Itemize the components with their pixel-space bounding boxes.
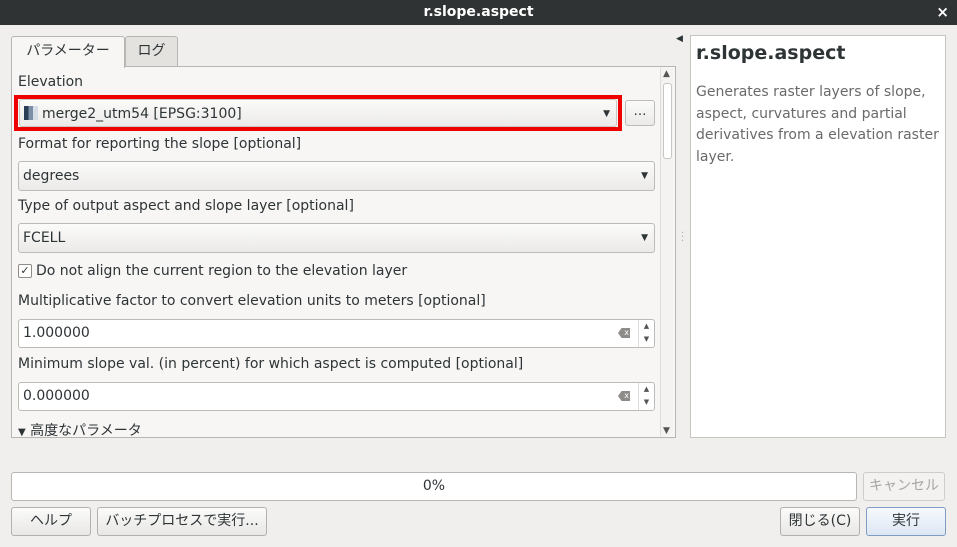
vertical-scrollbar[interactable]: ▲ ▼ — [660, 68, 673, 436]
chevron-down-icon: ▼ — [603, 109, 610, 119]
align-checkbox[interactable]: ✓ — [18, 264, 32, 278]
clear-icon[interactable]: x — [618, 391, 630, 401]
close-icon[interactable]: × — [936, 0, 949, 25]
format-value: degrees — [23, 168, 80, 184]
type-combo[interactable]: FCELL ▼ — [18, 223, 655, 253]
help-description: Generates raster layers of slope, aspect… — [696, 84, 939, 165]
run-button[interactable]: 実行 — [866, 507, 946, 536]
help-panel: r.slope.aspect Generates raster layers o… — [690, 35, 946, 438]
splitter-handle[interactable]: · · · — [681, 229, 684, 247]
format-combo[interactable]: degrees ▼ — [18, 161, 655, 191]
elevation-combo[interactable]: merge2_utm54 [EPSG:3100] ▼ — [19, 99, 617, 127]
parameters-panel: Elevation merge2_utm54 [EPSG:3100] ▼ … F… — [11, 66, 676, 440]
chevron-down-icon: ▼ — [641, 171, 648, 181]
type-value: FCELL — [23, 230, 66, 246]
window-title: r.slope.aspect — [423, 4, 534, 20]
browse-button[interactable]: … — [625, 100, 655, 126]
min-slope-value: 0.000000 — [23, 388, 90, 404]
batch-process-button[interactable]: バッチプロセスで実行... — [97, 507, 267, 536]
type-label: Type of output aspect and slope layer [o… — [18, 198, 354, 214]
elevation-label: Elevation — [18, 74, 84, 90]
advanced-parameters-toggle[interactable]: ▼ 高度なパラメータ — [18, 420, 142, 440]
close-button[interactable]: 閉じる(C) — [780, 507, 860, 536]
progress-text: 0% — [422, 478, 446, 494]
scroll-up-icon[interactable]: ▲ — [663, 69, 670, 79]
help-title: r.slope.aspect — [696, 42, 846, 64]
expand-arrow-icon: ▼ — [18, 427, 26, 438]
title-bar: r.slope.aspect × — [0, 0, 957, 25]
clear-icon[interactable]: x — [618, 328, 630, 338]
scrollbar-thumb[interactable] — [663, 83, 672, 159]
chevron-down-icon: ▼ — [641, 233, 648, 243]
min-slope-spinbox[interactable]: 0.000000 x ▲ ▼ — [18, 382, 655, 411]
spin-arrows-icon[interactable]: ▲ ▼ — [638, 320, 654, 347]
collapse-side-icon[interactable]: ◀ — [676, 34, 683, 44]
min-slope-label: Minimum slope val. (in percent) for whic… — [18, 356, 524, 372]
raster-layer-icon — [24, 106, 38, 120]
advanced-label: 高度なパラメータ — [30, 423, 142, 439]
align-label: Do not align the current region to the e… — [36, 263, 408, 279]
tab-log[interactable]: ログ — [125, 36, 178, 67]
cancel-button[interactable]: キャンセル — [863, 472, 945, 501]
format-label: Format for reporting the slope [optional… — [18, 136, 302, 152]
zscale-spinbox[interactable]: 1.000000 x ▲ ▼ — [18, 319, 655, 348]
zscale-label: Multiplicative factor to convert elevati… — [18, 293, 486, 309]
scroll-down-icon[interactable]: ▼ — [663, 426, 670, 436]
tab-parameters[interactable]: パラメーター — [11, 36, 125, 68]
progress-bar: 0% — [11, 472, 857, 501]
zscale-value: 1.000000 — [23, 325, 90, 341]
help-button[interactable]: ヘルプ — [11, 507, 91, 536]
spin-arrows-icon[interactable]: ▲ ▼ — [638, 383, 654, 410]
elevation-value: merge2_utm54 [EPSG:3100] — [42, 106, 242, 122]
